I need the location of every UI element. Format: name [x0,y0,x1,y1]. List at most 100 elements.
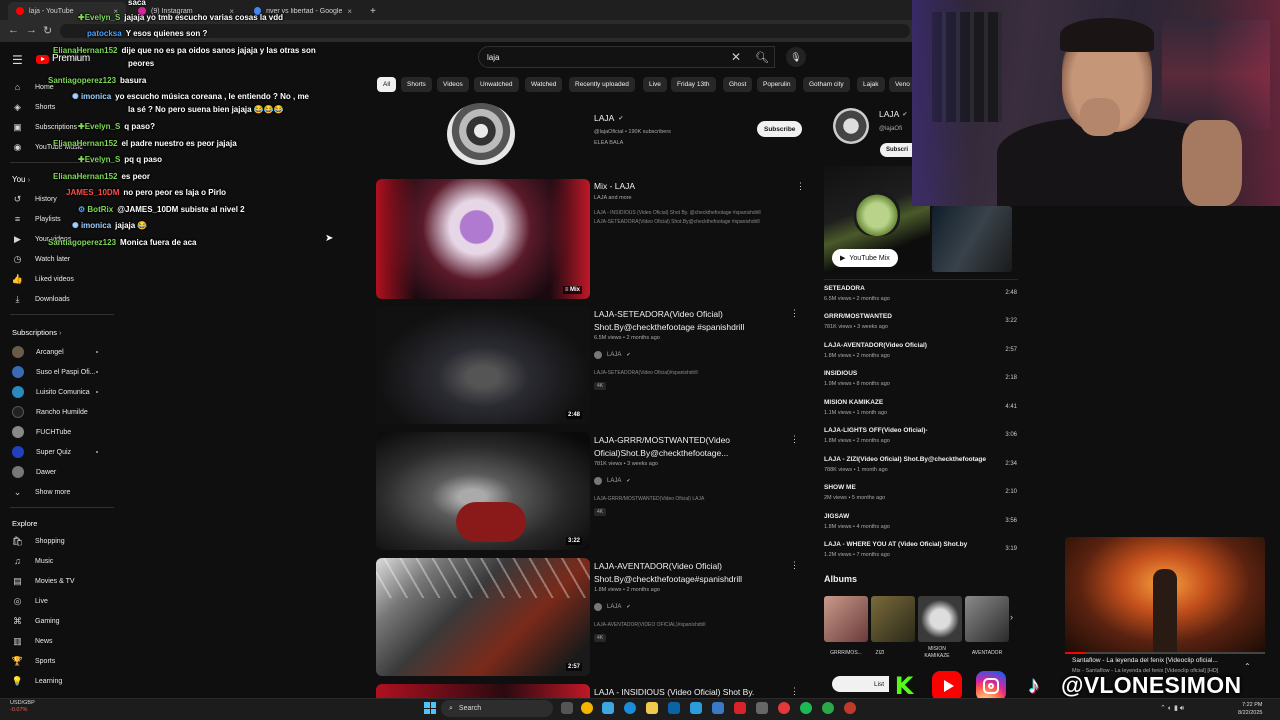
sidebar-item-history[interactable]: ↺ History [12,191,57,207]
video-channel[interactable]: LAJA ✔ [594,603,631,611]
start-button[interactable] [424,702,436,714]
app-icon[interactable] [734,702,746,714]
file-explorer-icon[interactable] [646,702,658,714]
expand-chevron-icon[interactable]: ⌃ [1244,662,1251,671]
video-thumbnail[interactable]: 2:48 [376,306,590,424]
chip-lajak[interactable]: Lajak [857,77,885,92]
task-view-icon[interactable] [561,702,573,714]
stock-ticker-widget[interactable]: USD/GBP -0.07% [10,700,35,714]
track-title[interactable]: MISION KAMIKAZE [824,399,883,406]
albums-next-icon[interactable]: › [1010,612,1013,622]
hamburger-menu-icon[interactable]: ☰ [12,53,23,67]
mini-player-video[interactable] [1065,537,1265,653]
sidebar-you-header[interactable]: You › [12,175,30,184]
more-options-icon[interactable]: ⋮ [796,181,805,192]
more-options-icon[interactable]: ⋮ [790,434,799,445]
sidebar-item-watch-later[interactable]: ◷ Watch later [12,251,71,267]
track-title[interactable]: SETEADORA [824,285,865,292]
mini-player-progress[interactable] [1065,652,1265,654]
chip-all[interactable]: All [377,77,397,92]
chip-recently-uploaded[interactable]: Recently uploaded [569,77,635,92]
taskbar-clock[interactable]: 7:22 PM 8/22/2025 [1238,701,1262,717]
subscribe-button[interactable]: Subscribe [757,121,803,137]
sidebar-sub-rancho-humilde[interactable]: Rancho Humilde [12,404,88,420]
chip-live[interactable]: Live [643,77,667,92]
edge-icon[interactable] [602,702,614,714]
sidebar-item-playlists[interactable]: ≡ Playlists [12,211,61,227]
channel-avatar[interactable] [833,108,869,144]
track-title[interactable]: SHOW ME [824,484,856,491]
store-icon[interactable] [690,702,702,714]
sidebar-item-shorts[interactable]: ◈ Shorts [12,99,55,115]
sidebar-show-more[interactable]: ⌄ Show more [12,484,71,500]
sidebar-sub-fuchtube[interactable]: FUCHTube [12,424,71,440]
chip-unwatched[interactable]: Unwatched [474,77,519,92]
sidebar-item-learning[interactable]: 💡 Learning [12,673,62,689]
chip-poperulin[interactable]: Poperulin [757,77,797,92]
right-panel-subscribe-button[interactable]: Subscri [880,143,914,157]
album-cover[interactable] [965,596,1009,642]
track-title[interactable]: LAJA - WHERE YOU AT (Video Oficial) Shot… [824,541,967,548]
video-channel[interactable]: LAJA ✔ [594,351,631,359]
app-icon[interactable] [756,702,768,714]
close-tab-icon[interactable]: × [347,7,352,16]
chip-friday-13th[interactable]: Friday 13th [671,77,716,92]
track-title[interactable]: LAJA - ZIZI(Video Oficial) Shot.By@check… [824,456,986,463]
chip-videos[interactable]: Videos [437,77,469,92]
sidebar-sub-arcangel[interactable]: Arcangel [12,344,64,360]
clear-search-icon[interactable]: ✕ [731,50,741,64]
system-tray-icons[interactable]: ⌃ ◐ ▮ 🔊︎ [1160,704,1184,713]
sidebar-item-music[interactable]: ♫ Music [12,553,53,569]
sidebar-item-movies-tv[interactable]: ▤ Movies & TV [12,573,74,589]
sidebar-item-subscriptions[interactable]: ▣ Subscriptions [12,119,77,135]
video-thumbnail[interactable]: 3:22 [376,432,590,550]
obs-icon[interactable] [778,702,790,714]
sidebar-item-live[interactable]: ◎ Live [12,593,48,609]
track-title[interactable]: LAJA-AVENTADOR(Video Oficial) [824,342,927,349]
sidebar-sub-suso[interactable]: Suso el Paspi Ofi... [12,364,96,380]
chrome-icon[interactable] [581,702,593,714]
youtube-mix-button[interactable]: ▶ YouTube Mix [832,249,898,267]
channel-avatar[interactable] [447,103,515,165]
forward-icon[interactable]: → [26,24,37,36]
sidebar-item-sports[interactable]: 🏆 Sports [12,653,55,669]
edge-browser-icon[interactable] [624,702,636,714]
sidebar-item-shopping[interactable]: 🛍 Shopping [12,533,65,549]
back-icon[interactable]: ← [8,24,19,36]
app-icon[interactable] [844,702,856,714]
album-cover[interactable] [871,596,915,642]
video-channel[interactable]: LAJA ✔ [594,477,631,485]
more-options-icon[interactable]: ⋮ [790,686,799,697]
sidebar-subscriptions-header[interactable]: Subscriptions › [12,328,61,337]
sidebar-item-liked-videos[interactable]: 👍 Liked videos [12,271,74,287]
sidebar-item-news[interactable]: ▥ News [12,633,52,649]
reload-icon[interactable]: ↻ [43,24,52,37]
sidebar-item-gaming[interactable]: ⌘ Gaming [12,613,60,629]
video-thumbnail[interactable]: 2:57 [376,558,590,676]
video-title[interactable]: LAJA-AVENTADOR(Video Oficial) Shot.By@ch… [594,560,784,586]
sidebar-sub-luisito[interactable]: Luisito Comunica [12,384,90,400]
more-options-icon[interactable]: ⋮ [790,308,799,319]
chrome-green-icon[interactable] [822,702,834,714]
search-button[interactable]: 🔍︎ [750,46,774,68]
video-title[interactable]: LAJA-SETEADORA(Video Oficial) Shot.By@ch… [594,308,784,334]
mini-player-title[interactable]: Santaflow - La leyenda del fenix [Videoc… [1072,657,1237,664]
chip-shorts[interactable]: Shorts [401,77,432,92]
sidebar-item-downloads[interactable]: ⤓ Downloads [12,291,70,307]
sidebar-sub-super-quiz[interactable]: Super Quiz [12,444,71,460]
channel-name[interactable]: LAJA ✔ [594,113,623,123]
album-cover[interactable] [918,596,962,642]
track-title[interactable]: LAJA-LIGHTS OFF(Video Oficial)- [824,427,928,434]
spotify-icon[interactable] [800,702,812,714]
app-icon[interactable] [712,702,724,714]
new-tab-button[interactable]: + [362,2,378,20]
video-title[interactable]: LAJA-GRRR/MOSTWANTED(Video Oficial)Shot.… [594,434,784,460]
chip-gotham-city[interactable]: Gotham city [803,77,850,92]
more-options-icon[interactable]: ⋮ [790,560,799,571]
track-title[interactable]: INSIDIOUS [824,370,857,377]
video-thumbnail[interactable] [376,684,590,698]
right-panel-channel-name[interactable]: LAJA ✔ [879,109,907,119]
album-cover[interactable] [824,596,868,642]
taskbar-search[interactable]: ⌕ Search [441,700,553,717]
outlook-icon[interactable] [668,702,680,714]
